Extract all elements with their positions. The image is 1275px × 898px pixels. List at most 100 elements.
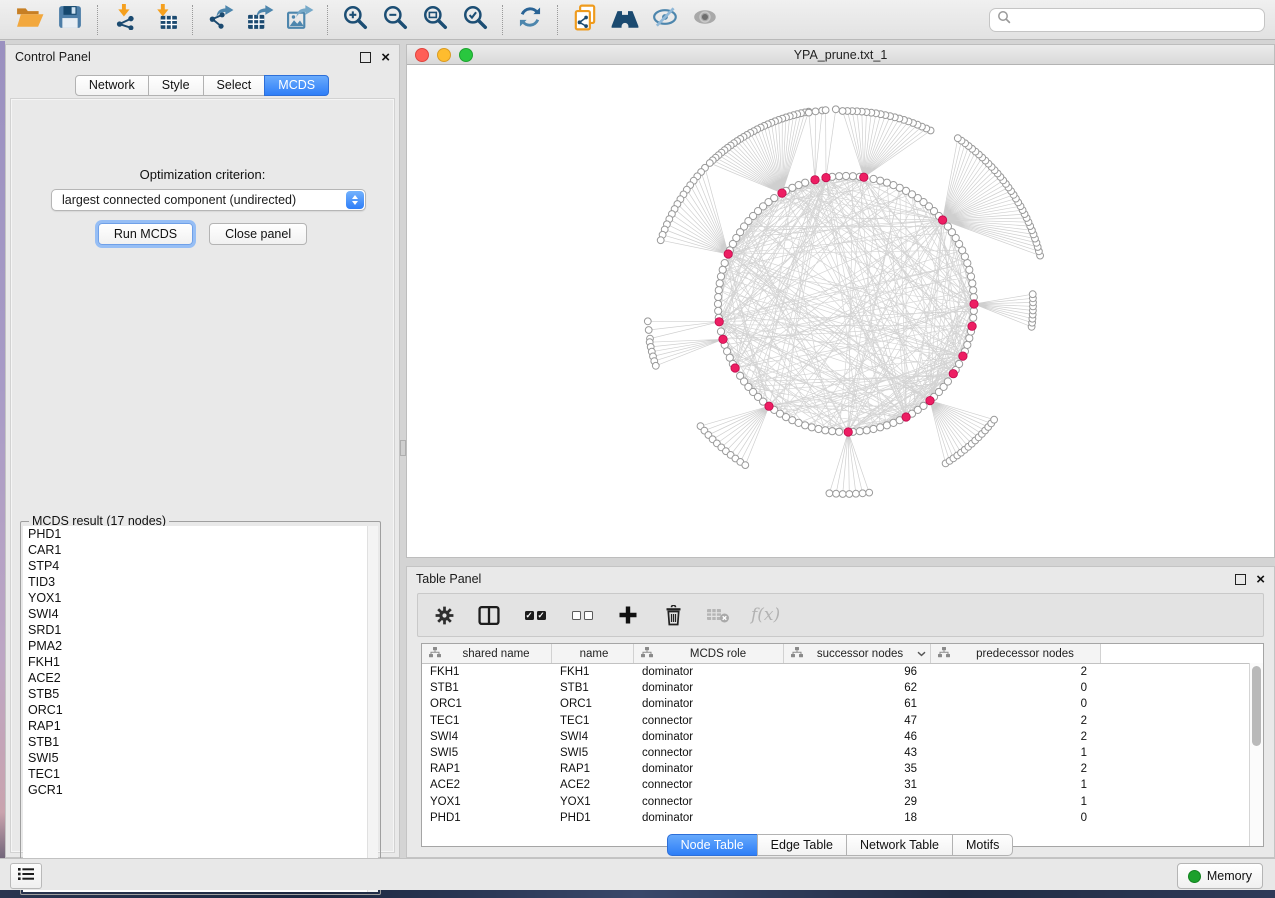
mcds-node[interactable] — [902, 413, 910, 421]
leaf-node[interactable] — [822, 107, 829, 114]
leaf-node[interactable] — [866, 489, 873, 496]
table-row[interactable]: PHD1PHD1dominator180 — [422, 810, 1263, 826]
mcds-node[interactable] — [765, 402, 773, 410]
ring-node[interactable] — [836, 173, 843, 180]
memory-button[interactable]: Memory — [1177, 863, 1263, 889]
clone-network-button[interactable] — [565, 3, 605, 37]
ring-node[interactable] — [870, 175, 877, 182]
result-node[interactable]: STB1 — [23, 734, 367, 750]
leaf-node[interactable] — [833, 490, 840, 497]
table-scrollbar-thumb[interactable] — [1252, 666, 1261, 746]
tab-style[interactable]: Style — [148, 75, 204, 96]
leaf-node[interactable] — [645, 327, 652, 334]
settings-gear-icon[interactable] — [432, 603, 456, 627]
result-node[interactable]: TID3 — [23, 574, 367, 590]
ring-node[interactable] — [717, 328, 724, 335]
leaf-node[interactable] — [839, 491, 846, 498]
ring-node[interactable] — [719, 266, 726, 273]
zoom-out-button[interactable] — [375, 3, 415, 37]
leaf-node[interactable] — [812, 108, 819, 115]
result-node[interactable]: GCR1 — [23, 782, 367, 798]
export-table-button[interactable] — [240, 3, 280, 37]
table-row[interactable]: FKH1FKH1dominator962 — [422, 664, 1263, 680]
open-file-button[interactable] — [10, 3, 50, 37]
ring-node[interactable] — [877, 177, 884, 184]
close-panel-icon[interactable]: × — [381, 53, 390, 62]
add-column-icon[interactable] — [616, 603, 640, 627]
ring-node[interactable] — [822, 427, 829, 434]
ring-node[interactable] — [970, 314, 977, 321]
result-node[interactable]: ACE2 — [23, 670, 367, 686]
ring-node[interactable] — [802, 422, 809, 429]
table-row[interactable]: ACE2ACE2connector311 — [422, 777, 1263, 793]
column-header-successor-nodes[interactable]: successor nodes — [784, 644, 931, 663]
mcds-node[interactable] — [860, 173, 868, 181]
ring-node[interactable] — [849, 173, 856, 180]
criterion-select[interactable]: largest connected component (undirected) — [51, 189, 366, 211]
zoom-in-button[interactable] — [335, 3, 375, 37]
leaf-node[interactable] — [805, 109, 812, 116]
show-panels-button[interactable] — [10, 863, 42, 889]
close-panel-icon[interactable]: × — [1256, 575, 1265, 584]
leaf-node[interactable] — [954, 135, 961, 142]
leaf-node[interactable] — [644, 318, 651, 325]
ring-node[interactable] — [964, 341, 971, 348]
ring-node[interactable] — [970, 287, 977, 294]
export-image-button[interactable] — [280, 3, 320, 37]
result-node[interactable]: STP4 — [23, 558, 367, 574]
result-node[interactable]: SWI4 — [23, 606, 367, 622]
export-network-button[interactable] — [200, 3, 240, 37]
result-node[interactable]: TEC1 — [23, 766, 367, 782]
leaf-node[interactable] — [1029, 291, 1036, 298]
ring-node[interactable] — [877, 424, 884, 431]
ring-node[interactable] — [856, 428, 863, 435]
table-row[interactable]: SWI5SWI5connector431 — [422, 745, 1263, 761]
tab-mcds[interactable]: MCDS — [264, 75, 329, 96]
table-row[interactable]: ORC1ORC1dominator610 — [422, 696, 1263, 712]
result-node[interactable]: YOX1 — [23, 590, 367, 606]
mcds-node[interactable] — [844, 428, 852, 436]
tab-node-table[interactable]: Node Table — [667, 834, 758, 856]
mcds-node[interactable] — [811, 176, 819, 184]
zoom-fit-button[interactable] — [415, 3, 455, 37]
search-box[interactable] — [989, 8, 1265, 32]
ring-node[interactable] — [808, 424, 815, 431]
delete-column-icon[interactable] — [661, 603, 685, 627]
ring-node[interactable] — [944, 223, 951, 230]
result-node[interactable]: ORC1 — [23, 702, 367, 718]
result-node[interactable]: PMA2 — [23, 638, 367, 654]
ring-node[interactable] — [714, 300, 721, 307]
ring-node[interactable] — [870, 425, 877, 432]
ring-node[interactable] — [842, 172, 849, 179]
mcds-node[interactable] — [724, 250, 732, 258]
result-node[interactable]: SWI5 — [23, 750, 367, 766]
network-canvas[interactable] — [407, 64, 1274, 557]
search-input[interactable] — [1016, 10, 1257, 30]
column-header-MCDS-role[interactable]: MCDS role — [634, 644, 784, 663]
ring-node[interactable] — [966, 335, 973, 342]
float-panel-icon[interactable] — [360, 52, 371, 63]
tab-motifs[interactable]: Motifs — [952, 834, 1013, 856]
mcds-node[interactable] — [949, 370, 957, 378]
mcds-node[interactable] — [715, 318, 723, 326]
mcds-node[interactable] — [822, 173, 830, 181]
ring-node[interactable] — [863, 427, 870, 434]
ring-node[interactable] — [815, 425, 822, 432]
ring-node[interactable] — [836, 428, 843, 435]
leaf-node[interactable] — [846, 491, 853, 498]
tab-network[interactable]: Network — [75, 75, 149, 96]
result-node[interactable]: PHD1 — [23, 526, 367, 542]
ring-node[interactable] — [721, 260, 728, 267]
leaf-node[interactable] — [859, 490, 866, 497]
ring-node[interactable] — [944, 378, 951, 385]
ring-node[interactable] — [956, 360, 963, 367]
refresh-button[interactable] — [510, 3, 550, 37]
hide-visual-style-button[interactable] — [645, 3, 685, 37]
table-row[interactable]: YOX1YOX1connector291 — [422, 794, 1263, 810]
table-row[interactable]: SWI4SWI4dominator462 — [422, 729, 1263, 745]
ring-node[interactable] — [715, 287, 722, 294]
table-row[interactable]: STB1STB1dominator620 — [422, 680, 1263, 696]
ring-node[interactable] — [920, 402, 927, 409]
mcds-node[interactable] — [968, 322, 976, 330]
column-header-predecessor-nodes[interactable]: predecessor nodes — [931, 644, 1101, 663]
